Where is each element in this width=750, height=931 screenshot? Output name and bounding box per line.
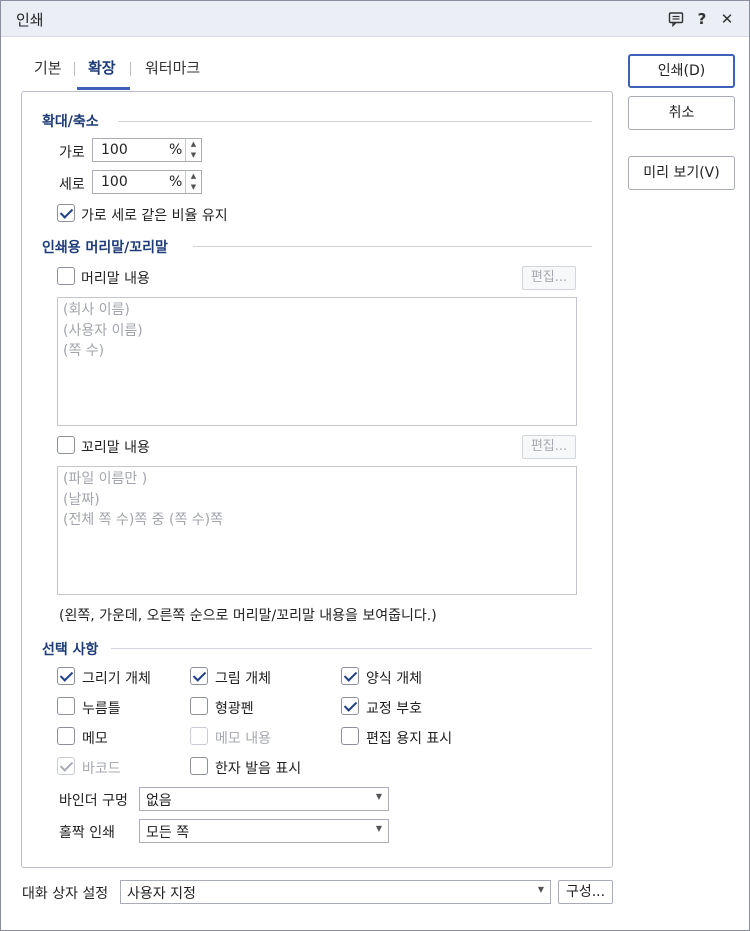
spin-up-icon[interactable]: ▲ (186, 171, 201, 182)
header-line: (사용자 이름) (63, 322, 143, 339)
chevron-down-icon: ▼ (375, 824, 382, 833)
spin-down-icon[interactable]: ▼ (186, 182, 201, 193)
window-title: 인쇄 (16, 11, 44, 29)
proofreading-mark-label: 교정 부호 (366, 701, 422, 717)
hanja-pronunciation-checkbox[interactable] (190, 757, 208, 775)
odd-even-label: 홀짝 인쇄 (59, 825, 115, 841)
memo-checkbox[interactable] (57, 727, 75, 745)
header-edit-button[interactable]: 편집... (522, 266, 576, 290)
cancel-button[interactable]: 취소 (628, 96, 735, 130)
footer-edit-button[interactable]: 편집... (522, 435, 576, 459)
width-value: 100 (101, 142, 128, 158)
barcode-label: 바코드 (82, 761, 121, 777)
footer-line: (파일 이름만 ) (63, 471, 148, 487)
width-label: 가로 (59, 145, 85, 161)
highlighter-checkbox[interactable] (190, 697, 208, 715)
section-divider (111, 648, 592, 649)
help-icon[interactable]: ? (692, 9, 712, 29)
height-value: 100 (101, 174, 128, 190)
print-dialog: 인쇄 ? ✕ 기본 확장 워터마크 확대/축소 가로 100 % ▲ ▼ 세로 … (0, 0, 750, 931)
keep-ratio-checkbox[interactable] (57, 204, 75, 222)
section-divider (118, 121, 592, 122)
options-section-title: 선택 사항 (42, 642, 99, 658)
header-line: (쪽 수) (63, 343, 105, 359)
section-divider (193, 246, 592, 247)
drawing-object-label: 그리기 개체 (82, 671, 151, 687)
dialog-settings-label: 대화 상자 설정 (22, 886, 109, 902)
tab-divider (130, 62, 131, 76)
footer-label: 꼬리말 내용 (81, 440, 150, 456)
binder-hole-label: 바인더 구멍 (59, 793, 128, 809)
header-checkbox[interactable] (57, 267, 75, 285)
field-checkbox[interactable] (57, 697, 75, 715)
memo-label: 메모 (82, 731, 108, 747)
memo-content-checkbox (190, 727, 208, 745)
preview-button[interactable]: 미리 보기(V) (628, 156, 735, 190)
zoom-section-title: 확대/축소 (42, 114, 99, 130)
form-object-label: 양식 개체 (366, 671, 422, 687)
comment-icon[interactable] (666, 9, 686, 29)
barcode-checkbox (57, 757, 75, 775)
footer-content-box: (파일 이름만 ) (날짜) (전체 쪽 수)쪽 중 (쪽 수)쪽 (57, 466, 577, 595)
dialog-settings-select[interactable]: 사용자 지정 ▼ (120, 880, 551, 904)
height-spinner-arrows[interactable]: ▲ ▼ (185, 171, 201, 193)
header-footer-note: (왼쪽, 가운데, 오른쪽 순으로 머리말/꼬리말 내용을 보여줍니다.) (59, 608, 437, 624)
memo-content-label: 메모 내용 (215, 731, 271, 747)
picture-object-label: 그림 개체 (215, 671, 271, 687)
footer-line: (전체 쪽 수)쪽 중 (쪽 수)쪽 (63, 512, 224, 528)
close-icon[interactable]: ✕ (717, 9, 737, 29)
tab-divider (74, 62, 75, 76)
height-unit: % (169, 174, 183, 190)
form-object-checkbox[interactable] (341, 667, 359, 685)
dialog-settings-value: 사용자 지정 (127, 886, 196, 902)
picture-object-checkbox[interactable] (190, 667, 208, 685)
highlighter-label: 형광펜 (215, 701, 254, 717)
proofreading-mark-checkbox[interactable] (341, 697, 359, 715)
height-label: 세로 (59, 177, 85, 193)
chevron-down-icon: ▼ (537, 885, 544, 894)
height-spinner[interactable]: 100 % ▲ ▼ (92, 170, 202, 194)
width-spinner-arrows[interactable]: ▲ ▼ (185, 139, 201, 161)
binder-hole-value: 없음 (146, 793, 172, 809)
header-label: 머리말 내용 (81, 271, 150, 287)
spin-up-icon[interactable]: ▲ (186, 139, 201, 150)
odd-even-value: 모든 쪽 (146, 825, 190, 841)
active-tab-indicator (77, 87, 130, 90)
binder-hole-select[interactable]: 없음 ▼ (139, 787, 389, 811)
keep-ratio-label: 가로 세로 같은 비율 유지 (81, 208, 228, 224)
field-label: 누름틀 (82, 701, 121, 717)
spin-down-icon[interactable]: ▼ (186, 150, 201, 161)
tab-basic[interactable]: 기본 (34, 57, 62, 91)
header-content-box: (회사 이름) (사용자 이름) (쪽 수) (57, 297, 577, 426)
footer-checkbox[interactable] (57, 436, 75, 454)
tab-extended[interactable]: 확장 (88, 57, 116, 91)
title-bar: 인쇄 ? ✕ (1, 1, 749, 37)
footer-line: (날짜) (63, 491, 100, 508)
hanja-pronunciation-label: 한자 발음 표시 (215, 761, 302, 777)
header-line: (회사 이름) (63, 302, 130, 318)
tab-watermark[interactable]: 워터마크 (145, 57, 200, 91)
chevron-down-icon: ▼ (375, 792, 382, 801)
header-footer-section-title: 인쇄용 머리말/꼬리말 (42, 240, 168, 256)
odd-even-select[interactable]: 모든 쪽 ▼ (139, 819, 389, 843)
drawing-object-checkbox[interactable] (57, 667, 75, 685)
show-edit-paper-checkbox[interactable] (341, 727, 359, 745)
width-unit: % (169, 142, 183, 158)
width-spinner[interactable]: 100 % ▲ ▼ (92, 138, 202, 162)
configure-button[interactable]: 구성... (558, 880, 613, 904)
print-button[interactable]: 인쇄(D) (628, 54, 735, 88)
show-edit-paper-label: 편집 용지 표시 (366, 731, 453, 747)
